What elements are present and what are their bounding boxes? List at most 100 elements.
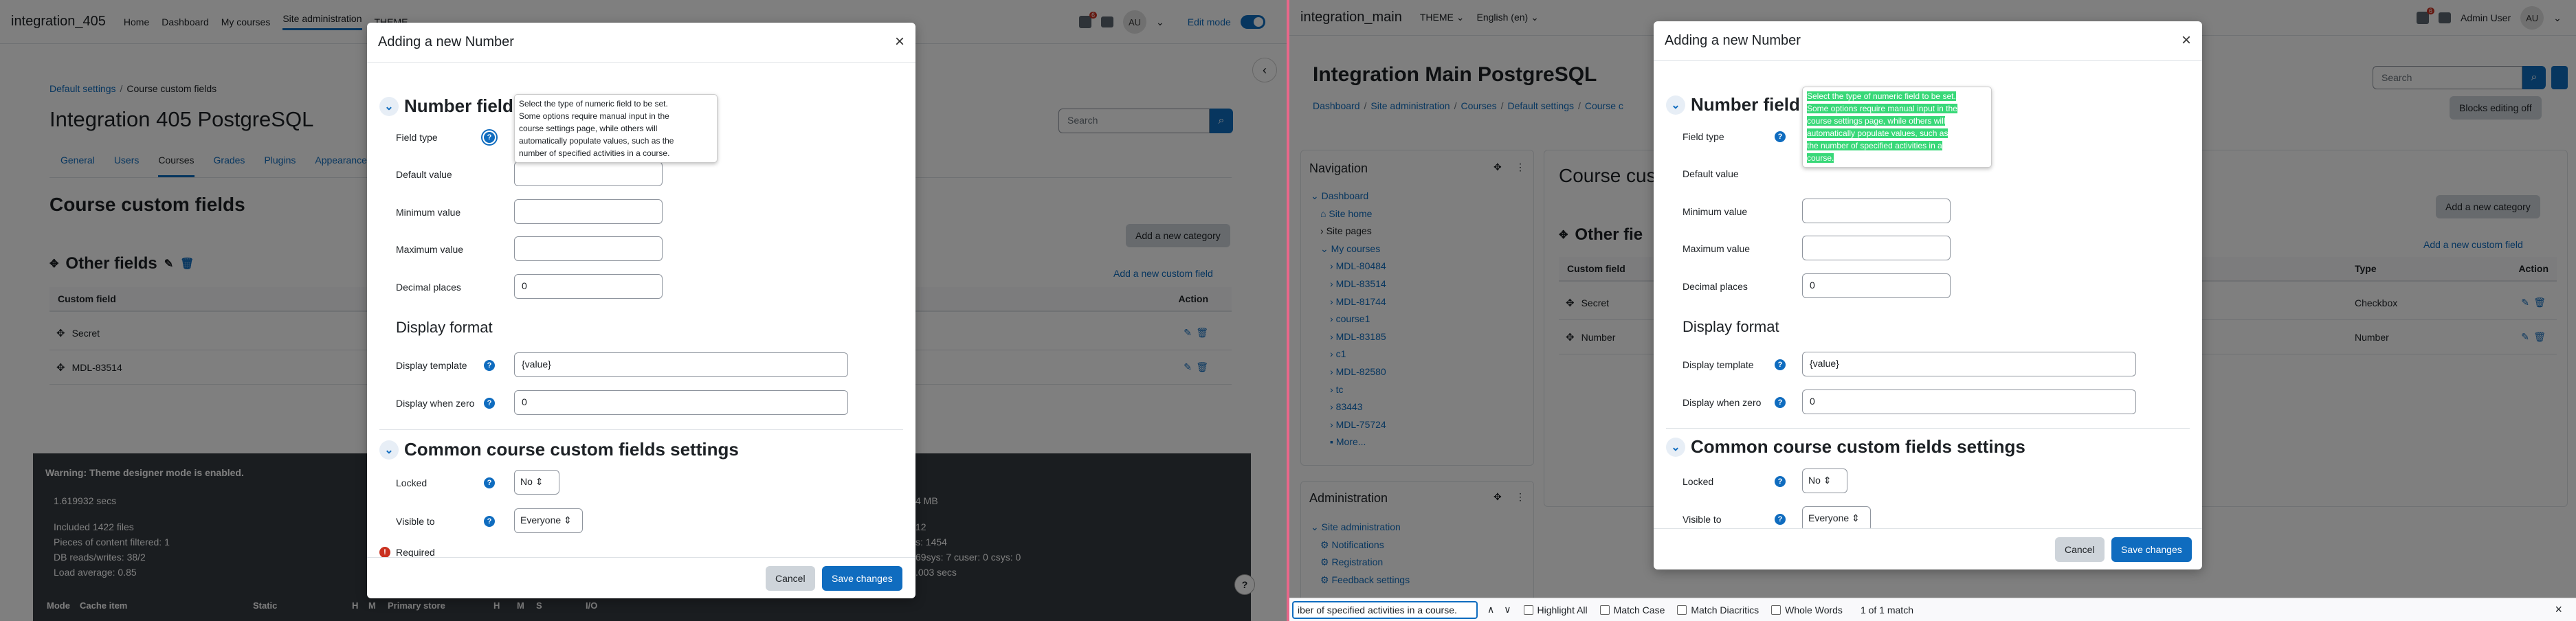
display-when-zero-input[interactable]: 0 [1802, 389, 2136, 414]
help-icon[interactable]: ? [1775, 397, 1786, 408]
visible-to-label: Visible to [1683, 514, 1722, 525]
display-format-heading: Display format [396, 319, 493, 336]
find-bar: iber of specified activities in a course… [1289, 598, 2576, 621]
checkbox-label: Match Case [1613, 604, 1665, 616]
section-common-settings[interactable]: ⌄ Common course custom fields settings [1666, 436, 2025, 458]
section-title: Number field [1691, 94, 1800, 115]
help-icon[interactable]: ? [484, 477, 495, 488]
tooltip-line: course settings page, while others will [519, 124, 658, 133]
help-icon[interactable]: ? [1775, 476, 1786, 487]
help-icon[interactable]: ? [484, 360, 495, 371]
visible-to-select[interactable]: Everyone ⇕ [1802, 506, 1871, 528]
section-number-field[interactable]: ⌄ Number field [379, 95, 513, 117]
highlight-all-checkbox[interactable]: Highlight All [1523, 604, 1588, 616]
checkbox-label: Match Diacritics [1691, 604, 1759, 616]
locked-select[interactable]: No ⇕ [514, 470, 559, 495]
section-title: Common course custom fields settings [404, 439, 739, 460]
chevron-down-icon[interactable]: ⌄ [379, 440, 399, 460]
tooltip-line: the number of specified activities in a [1807, 141, 1942, 150]
save-changes-button[interactable]: Save changes [822, 566, 902, 591]
modal-footer: Cancel Save changes [367, 557, 915, 598]
required-icon: ! [379, 547, 390, 557]
modal-header: Adding a new Number × [367, 23, 915, 63]
checkbox[interactable] [1599, 605, 1610, 615]
chevron-down-icon[interactable]: ⌄ [379, 96, 399, 116]
display-when-zero-input[interactable]: 0 [514, 390, 848, 415]
section-number-field[interactable]: ⌄ Number field [1666, 94, 1800, 115]
minimum-value-input[interactable] [1802, 199, 1951, 223]
left-browser-window: integration_405 Home Dashboard My course… [0, 0, 1287, 621]
help-icon[interactable]: ? [481, 129, 498, 146]
maximum-value-label: Maximum value [396, 244, 464, 255]
decimal-places-input[interactable]: 0 [514, 274, 663, 299]
find-previous-icon[interactable]: ∧ [1487, 604, 1494, 616]
help-icon[interactable]: ? [1775, 359, 1786, 370]
tooltip-line: course. [1807, 153, 1834, 163]
close-icon[interactable]: × [2181, 31, 2191, 50]
tooltip-line: number of specified activities in a cour… [519, 148, 670, 158]
maximum-value-label: Maximum value [1683, 243, 1751, 254]
chevron-down-icon[interactable]: ⌄ [1666, 437, 1685, 457]
section-divider [379, 429, 903, 430]
default-value-label: Default value [396, 169, 452, 180]
visible-to-select[interactable]: Everyone ⇕ [514, 508, 583, 533]
modal-footer: Cancel Save changes [1654, 528, 2202, 569]
help-icon[interactable]: ? [1775, 131, 1786, 142]
locked-label: Locked [1683, 476, 1714, 487]
maximum-value-input[interactable] [1802, 236, 1951, 260]
modal-body: ⌄ Number field Field type ? Default valu… [367, 63, 915, 557]
tooltip-line: Select the type of numeric field to be s… [1807, 91, 1956, 101]
locked-value: No [520, 476, 533, 487]
tooltip-line: Some options require manual input in the [1807, 104, 1957, 113]
display-template-input[interactable]: {value} [1802, 352, 2136, 376]
minimum-value-label: Minimum value [1683, 206, 1748, 217]
help-icon[interactable]: ? [1775, 514, 1786, 525]
section-common-settings[interactable]: ⌄ Common course custom fields settings [379, 439, 739, 460]
tooltip-line: automatically populate values, such as [1807, 128, 1948, 138]
help-icon[interactable]: ? [484, 516, 495, 527]
visible-to-label: Visible to [396, 516, 435, 527]
section-divider [1666, 428, 2190, 429]
default-value-input[interactable] [514, 161, 663, 186]
match-case-checkbox[interactable]: Match Case [1599, 604, 1665, 616]
minimum-value-input[interactable] [514, 199, 663, 224]
tooltip-line: course settings page, while others will [1807, 116, 1946, 126]
checkbox[interactable] [1523, 605, 1533, 615]
close-icon[interactable]: × [895, 32, 904, 52]
checkbox[interactable] [1771, 605, 1781, 615]
chevron-down-icon[interactable]: ⌄ [1666, 95, 1685, 115]
required-label: Required [396, 547, 435, 557]
help-icon[interactable]: ? [484, 398, 495, 409]
find-next-icon[interactable]: ∨ [1504, 604, 1511, 616]
display-template-label: Display template [396, 360, 467, 371]
tooltip-line: automatically populate values, such as t… [519, 136, 674, 146]
checkbox-label: Whole Words [1785, 604, 1843, 616]
close-icon[interactable]: × [2555, 602, 2562, 617]
match-diacritics-checkbox[interactable]: Match Diacritics [1677, 605, 1759, 616]
display-template-input[interactable]: {value} [514, 352, 848, 377]
checkbox[interactable] [1677, 605, 1687, 615]
cancel-button[interactable]: Cancel [2055, 537, 2105, 562]
save-changes-button[interactable]: Save changes [2111, 537, 2192, 562]
locked-label: Locked [396, 477, 428, 488]
section-title: Common course custom fields settings [1691, 436, 2025, 457]
decimal-places-label: Decimal places [1683, 281, 1748, 292]
display-when-zero-label: Display when zero [1683, 397, 1762, 408]
modal-header: Adding a new Number × [1654, 21, 2202, 61]
whole-words-checkbox[interactable]: Whole Words [1771, 605, 1843, 616]
section-title: Number field [404, 95, 513, 116]
modal-title: Adding a new Number [378, 34, 514, 49]
find-input[interactable]: iber of specified activities in a course… [1292, 600, 1478, 619]
visible-to-value: Everyone [520, 515, 562, 526]
field-type-label: Field type [396, 132, 438, 143]
locked-select[interactable]: No ⇕ [1802, 468, 1847, 493]
checkbox-label: Highlight All [1537, 604, 1588, 616]
display-format-heading: Display format [1683, 318, 1779, 335]
field-type-tooltip: Select the type of numeric field to be s… [514, 94, 718, 163]
right-browser-window: integration_main THEME ⌄ English (en) ⌄ … [1289, 0, 2576, 621]
maximum-value-input[interactable] [514, 236, 663, 261]
locked-value: No [1808, 475, 1821, 486]
decimal-places-input[interactable]: 0 [1802, 273, 1951, 298]
cancel-button[interactable]: Cancel [766, 566, 815, 591]
minimum-value-label: Minimum value [396, 207, 461, 218]
